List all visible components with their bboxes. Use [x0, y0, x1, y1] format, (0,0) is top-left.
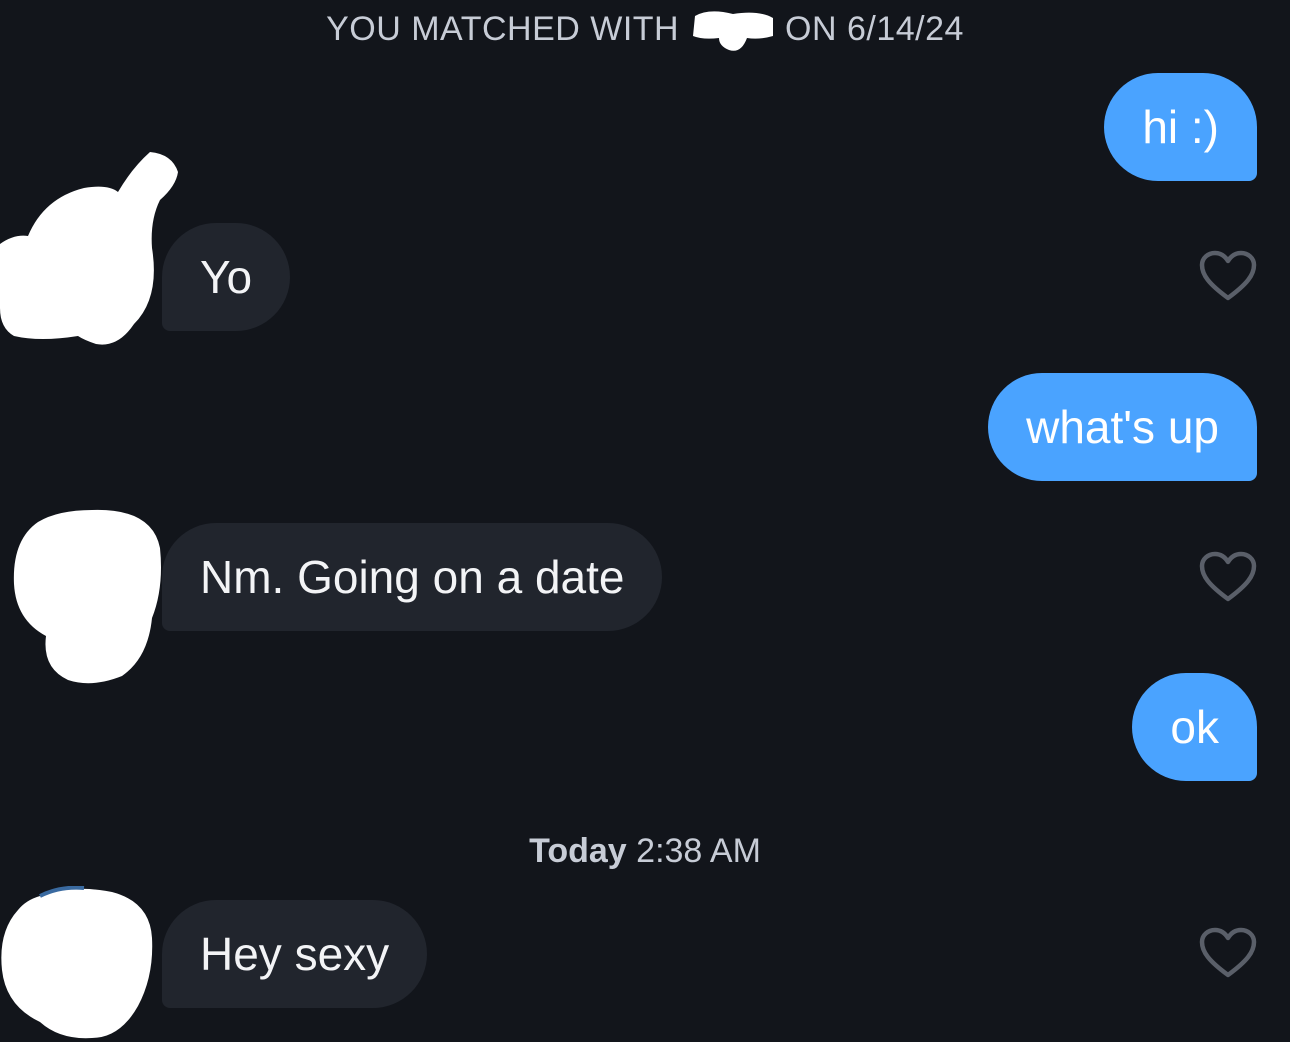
message-received[interactable]: Hey sexy [162, 900, 428, 1008]
match-banner: YOU MATCHED WITH ON 6/14/24 [0, 10, 1290, 51]
match-banner-prefix: YOU MATCHED WITH [326, 10, 680, 48]
heart-outline-icon[interactable] [1199, 250, 1257, 302]
heart-outline-icon[interactable] [1199, 551, 1257, 603]
message-sent[interactable]: ok [1132, 673, 1257, 781]
avatar[interactable] [0, 148, 182, 350]
date-separator: Today 2:38 AM [0, 832, 1290, 871]
message-received[interactable]: Yo [162, 223, 291, 331]
date-separator-day: Today [529, 832, 627, 870]
avatar[interactable] [12, 508, 164, 686]
heart-outline-icon[interactable] [1199, 927, 1257, 979]
avatar[interactable] [0, 886, 156, 1042]
match-banner-suffix: ON 6/14/24 [785, 10, 964, 48]
message-received[interactable]: Nm. Going on a date [162, 523, 663, 631]
message-sent[interactable]: what's up [988, 373, 1257, 481]
message-sent[interactable]: hi :) [1104, 73, 1257, 181]
redacted-name [689, 10, 775, 51]
date-separator-time: 2:38 AM [636, 832, 761, 870]
